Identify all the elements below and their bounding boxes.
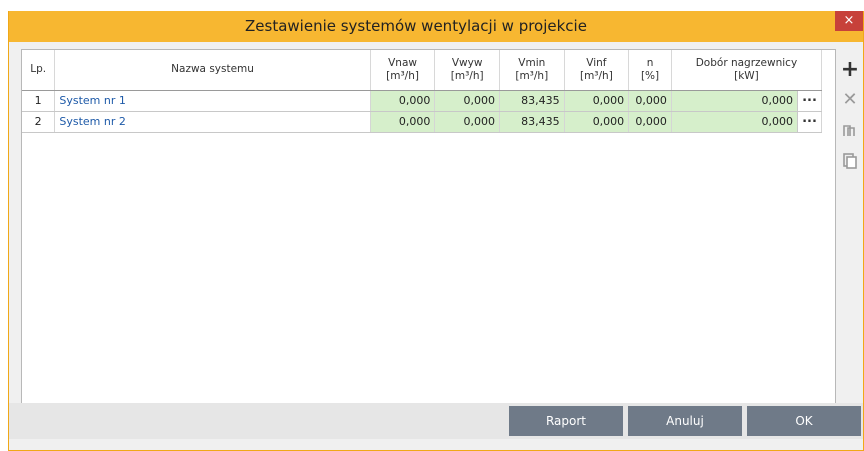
cell-vwyw[interactable]: 0,000 bbox=[434, 90, 500, 112]
col-header-vmin[interactable]: Vmin [m³/h] bbox=[499, 50, 565, 91]
cell-vinf[interactable]: 0,000 bbox=[564, 90, 630, 112]
table-row[interactable]: 1 System nr 1 0,000 0,000 83,435 0,000 0… bbox=[22, 90, 823, 112]
systems-table: Lp. Nazwa systemu Vnaw [m³/h] Vwyw [m³/h] … bbox=[22, 50, 823, 133]
cell-vinf[interactable]: 0,000 bbox=[564, 111, 630, 133]
side-toolbar: + ✕ bbox=[838, 55, 862, 175]
cell-system-name[interactable]: System nr 1 bbox=[54, 90, 371, 112]
col-header-dobor[interactable]: Dobór nagrzewnicy [kW] bbox=[671, 50, 823, 91]
plus-icon[interactable]: + bbox=[838, 55, 862, 85]
col-header-n[interactable]: n [%] bbox=[628, 50, 672, 91]
dialog-title: Zestawienie systemów wentylacji w projek… bbox=[245, 17, 587, 35]
ok-button[interactable]: OK bbox=[747, 406, 861, 436]
col-header-vwyw[interactable]: Vwyw [m³/h] bbox=[434, 50, 500, 91]
cell-dobor-value: 0,000 bbox=[761, 115, 794, 128]
table-header-row: Lp. Nazwa systemu Vnaw [m³/h] Vwyw [m³/h] … bbox=[22, 50, 823, 91]
cancel-button[interactable]: Anuluj bbox=[628, 406, 742, 436]
col-header-vinf[interactable]: Vinf [m³/h] bbox=[564, 50, 630, 91]
col-header-vnaw[interactable]: Vnaw [m³/h] bbox=[370, 50, 436, 91]
systems-grid: Lp. Nazwa systemu Vnaw [m³/h] Vwyw [m³/h] … bbox=[21, 49, 836, 409]
bottom-bar: Raport Anuluj OK bbox=[9, 403, 863, 439]
paste-icon[interactable] bbox=[838, 145, 862, 175]
cell-dobor[interactable]: 0,000 ... bbox=[671, 90, 823, 112]
raport-button[interactable]: Raport bbox=[509, 406, 623, 436]
table-row[interactable]: 2 System nr 2 0,000 0,000 83,435 0,000 0… bbox=[22, 111, 823, 133]
cell-dobor[interactable]: 0,000 ... bbox=[671, 111, 823, 133]
cell-lp: 1 bbox=[22, 90, 56, 112]
close-icon[interactable]: ✕ bbox=[838, 85, 862, 115]
cell-vwyw[interactable]: 0,000 bbox=[434, 111, 500, 133]
cell-vmin[interactable]: 83,435 bbox=[499, 90, 565, 112]
col-header-name[interactable]: Nazwa systemu bbox=[54, 50, 371, 91]
cell-vmin[interactable]: 83,435 bbox=[499, 111, 565, 133]
cell-n[interactable]: 0,000 bbox=[628, 90, 672, 112]
cell-lp: 2 bbox=[22, 111, 56, 133]
title-bar: Zestawienie systemów wentylacji w projek… bbox=[9, 11, 863, 42]
col-header-lp[interactable]: Lp. bbox=[22, 50, 56, 91]
close-button[interactable]: × bbox=[835, 11, 863, 31]
cell-vnaw[interactable]: 0,000 bbox=[370, 111, 436, 133]
cell-vnaw[interactable]: 0,000 bbox=[370, 90, 436, 112]
more-button[interactable]: ... bbox=[797, 90, 821, 110]
cell-system-name[interactable]: System nr 2 bbox=[54, 111, 371, 133]
cell-dobor-value: 0,000 bbox=[761, 94, 794, 107]
more-button[interactable]: ... bbox=[797, 111, 821, 131]
cell-n[interactable]: 0,000 bbox=[628, 111, 672, 133]
copy-icon[interactable] bbox=[838, 115, 862, 145]
dialog-window: Zestawienie systemów wentylacji w projek… bbox=[8, 11, 864, 451]
